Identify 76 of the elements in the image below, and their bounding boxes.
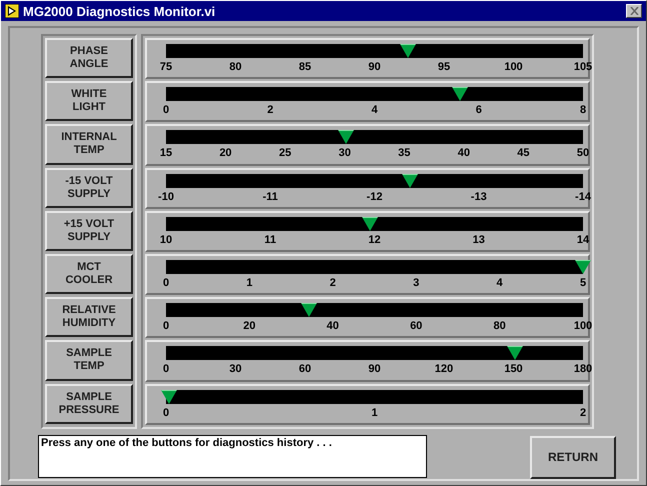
scale-label: 14 [576,234,590,247]
scale-label: 0 [162,276,170,290]
diagnostics-button[interactable]: PHASE ANGLE [45,38,133,78]
scale-label: 8 [580,104,586,118]
scale-label: 2 [580,406,586,420]
scale-label: 30 [229,363,242,376]
scale-label: 1 [246,276,252,290]
scale-label: 60 [410,320,422,334]
scale-label: 150 [504,363,523,376]
scale-label: 90 [368,363,381,376]
scale-label: 60 [298,363,312,376]
diagnostics-button[interactable]: SAMPLE PRESSURE [45,384,133,424]
scale-label: 1 [371,406,378,420]
slider-thumb[interactable] [301,303,318,318]
scale-label: 100 [504,61,523,74]
scale-label: 10 [160,234,172,247]
scale-label: 120 [434,363,454,376]
scale-label: 13 [472,234,485,247]
scale-label: -11 [262,190,278,204]
scale-label: 2 [330,276,336,290]
scale-label: 40 [458,147,470,160]
scale-label: 180 [574,363,592,376]
scale-label: 35 [398,147,410,160]
slider-thumb[interactable] [160,390,177,404]
scale-label: 40 [326,320,339,334]
scale-label: 0 [162,104,170,118]
diagnostics-button[interactable]: SAMPLE TEMP [45,340,133,380]
diagnostics-button[interactable]: RELATIVE HUMIDITY [45,297,133,338]
diagnostics-button[interactable]: +15 VOLT SUPPLY [45,210,133,251]
scale-label: 75 [160,61,172,74]
slider-thumb[interactable] [452,87,468,102]
slider-thumb[interactable] [400,44,416,58]
scale-label: 50 [576,147,590,160]
scale-label: 11 [264,234,276,247]
scale-label: -10 [158,190,174,204]
scale-label: 80 [493,320,506,334]
scale-label: 85 [298,61,312,74]
diagnostics-button[interactable]: WHITE LIGHT [45,81,133,122]
scale-label: 80 [229,61,242,74]
diagnostics-button[interactable]: INTERNAL TEMP [45,124,133,165]
scale-label: 2 [267,104,274,118]
scale-label: 25 [279,147,292,160]
scale-label: 0 [162,406,170,420]
diagnostics-button[interactable]: MCT COOLER [45,254,133,294]
slider-thumb[interactable] [338,130,354,144]
scale-label: 0 [162,363,170,376]
message-box: Press any one of the buttons for diagnostics history . . . [38,434,427,478]
scale-label: 105 [574,61,592,74]
scale-label: 5 [580,276,586,290]
scale-label: 95 [438,61,450,74]
slider-thumb[interactable] [362,216,378,231]
scale-label: 4 [496,276,503,290]
close-button[interactable] [626,4,642,18]
scale-label: -13 [470,190,487,204]
scale-label: 0 [162,320,170,334]
scale-label: -12 [366,190,382,204]
scale-label: 20 [219,147,232,160]
slider-thumb[interactable] [402,174,418,188]
close-icon [630,7,638,15]
scale-label: 15 [160,147,172,160]
scale-label: 12 [368,234,381,247]
scale-label: -14 [575,190,591,204]
window-title: MG2000 Diagnostics Monitor.vi [23,4,216,18]
scale-label: 30 [338,147,351,160]
run-arrow-icon [5,4,19,18]
slider-thumb[interactable] [507,346,524,360]
diagnostics-button[interactable]: -15 VOLT SUPPLY [45,168,133,208]
scale-label: 90 [368,61,381,74]
scale-label: 6 [476,104,482,118]
scale-label: 4 [371,104,378,118]
scale-label: 20 [243,320,256,334]
scale-label: 45 [517,147,530,160]
return-button[interactable]: RETURN [530,436,616,479]
scale-label: 100 [574,320,592,334]
scale-label: 3 [413,276,420,290]
slider-thumb[interactable] [575,260,591,274]
